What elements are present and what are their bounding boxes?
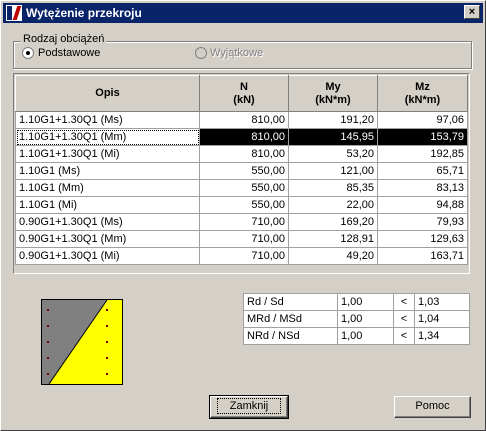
cell-n[interactable]: 550,00 xyxy=(199,179,289,197)
radio-podstawowe[interactable] xyxy=(22,47,34,59)
cell-opis[interactable]: 1.10G1+1.30Q1 (Mi) xyxy=(15,145,200,163)
cell-n[interactable]: 710,00 xyxy=(199,247,289,265)
cell-my[interactable]: 22,00 xyxy=(288,196,378,214)
radio-wyjatkowe-label: Wyjątkowe xyxy=(210,47,264,59)
column-header-my[interactable]: My (kN*m) xyxy=(288,75,378,112)
rebar-dot xyxy=(106,341,108,343)
ratio-row: Rd / Sd 1,00 <1,03 xyxy=(243,293,470,311)
rebar-dot xyxy=(47,357,49,359)
help-button[interactable]: Pomoc xyxy=(394,396,471,418)
title-bar[interactable]: Wytężenie przekroju × xyxy=(3,3,483,23)
column-header-mz[interactable]: Mz (kN*m) xyxy=(377,75,468,112)
cell-mz[interactable]: 83,13 xyxy=(377,179,468,197)
rebar-dot xyxy=(106,309,108,311)
column-header-line: My xyxy=(325,80,341,93)
close-button-label: Zamknij xyxy=(216,398,282,414)
column-header-opis[interactable]: Opis xyxy=(15,75,200,112)
ratio-limit: 1,03 xyxy=(414,293,470,311)
column-header-unit: (kN) xyxy=(233,93,255,106)
column-header-line: Opis xyxy=(95,87,120,99)
cell-opis[interactable]: 0.90G1+1.30Q1 (Mm) xyxy=(15,230,200,248)
cell-opis[interactable]: 1.10G1+1.30Q1 (Mm) xyxy=(15,128,200,146)
radio-podstawowe-label[interactable]: Podstawowe xyxy=(38,47,100,59)
ratio-table: Rd / Sd 1,00 <1,03 MRd / MSd 1,00 <1,04 NRd / … xyxy=(243,293,470,345)
table-row[interactable]: 1.10G1 (Mi) 550,00 22,00 94,88 xyxy=(15,196,468,214)
cell-n[interactable]: 550,00 xyxy=(199,196,289,214)
ratio-operator: < xyxy=(393,327,415,345)
ratio-value: 1,00 xyxy=(337,293,394,311)
ratio-label: NRd / NSd xyxy=(243,327,338,345)
rebar-dot xyxy=(47,341,49,343)
cell-my[interactable]: 128,91 xyxy=(288,230,378,248)
table-row[interactable]: 1.10G1+1.30Q1 (Mi) 810,00 53,20 192,85 xyxy=(15,145,468,163)
table-row[interactable]: 1.10G1 (Ms) 550,00 121,00 65,71 xyxy=(15,162,468,180)
rebar-dot xyxy=(47,325,49,327)
cell-mz[interactable]: 65,71 xyxy=(377,162,468,180)
table-row[interactable]: 0.90G1+1.30Q1 (Mm) 710,00 128,91 129,63 xyxy=(15,230,468,248)
cell-mz[interactable]: 192,85 xyxy=(377,145,468,163)
table-row[interactable]: 1.10G1+1.30Q1 (Mm) 810,00 145,95 153,79 xyxy=(15,128,468,146)
ratio-value: 1,00 xyxy=(337,327,394,345)
ratio-label: Rd / Sd xyxy=(243,293,338,311)
cell-my[interactable]: 121,00 xyxy=(288,162,378,180)
table-row[interactable]: 0.90G1+1.30Q1 (Ms) 710,00 169,20 79,93 xyxy=(15,213,468,231)
cell-mz[interactable]: 163,71 xyxy=(377,247,468,265)
cell-my[interactable]: 85,35 xyxy=(288,179,378,197)
cell-n[interactable]: 710,00 xyxy=(199,213,289,231)
ratio-operator: < xyxy=(393,310,415,328)
table-row[interactable]: 0.90G1+1.30Q1 (Mi) 710,00 49,20 163,71 xyxy=(15,247,468,265)
ratio-row: NRd / NSd 1,00 <1,34 xyxy=(243,327,470,345)
cell-mz[interactable]: 97,06 xyxy=(377,111,468,129)
cell-n[interactable]: 550,00 xyxy=(199,162,289,180)
cell-opis[interactable]: 1.10G1 (Ms) xyxy=(15,162,200,180)
column-header-line: N xyxy=(240,80,248,93)
cell-my[interactable]: 53,20 xyxy=(288,145,378,163)
close-icon[interactable]: × xyxy=(464,5,480,19)
column-header-unit: (kN*m) xyxy=(404,93,441,106)
cell-my[interactable]: 191,20 xyxy=(288,111,378,129)
rebar-dot xyxy=(106,373,108,375)
load-type-group-title: Rodzaj obciążeń xyxy=(21,33,107,45)
table-row[interactable]: 1.10G1+1.30Q1 (Ms) 810,00 191,20 97,06 xyxy=(15,111,468,129)
window-title: Wytężenie przekroju xyxy=(26,6,142,20)
ratio-limit: 1,34 xyxy=(414,327,470,345)
cell-mz[interactable]: 79,93 xyxy=(377,213,468,231)
column-header-line: Mz xyxy=(415,80,430,93)
ratio-limit: 1,04 xyxy=(414,310,470,328)
ratio-value: 1,00 xyxy=(337,310,394,328)
cell-n[interactable]: 810,00 xyxy=(199,128,289,146)
cell-n[interactable]: 810,00 xyxy=(199,145,289,163)
ratio-row: MRd / MSd 1,00 <1,04 xyxy=(243,310,470,328)
ratio-label: MRd / MSd xyxy=(243,310,338,328)
close-button[interactable]: Zamknij xyxy=(209,395,289,419)
dialog-window: Wytężenie przekroju × Rodzaj obciążeń Po… xyxy=(0,0,486,431)
cell-mz[interactable]: 129,63 xyxy=(377,230,468,248)
rebar-dot xyxy=(47,373,49,375)
cell-mz[interactable]: 94,88 xyxy=(377,196,468,214)
cell-n[interactable]: 810,00 xyxy=(199,111,289,129)
cell-mz[interactable]: 153,79 xyxy=(377,128,468,146)
cell-my[interactable]: 49,20 xyxy=(288,247,378,265)
cross-section-diagram xyxy=(41,299,123,385)
rebar-dot xyxy=(106,357,108,359)
cell-n[interactable]: 710,00 xyxy=(199,230,289,248)
cell-opis[interactable]: 0.90G1+1.30Q1 (Ms) xyxy=(15,213,200,231)
column-header-n[interactable]: N (kN) xyxy=(199,75,289,112)
cell-opis[interactable]: 1.10G1+1.30Q1 (Ms) xyxy=(15,111,200,129)
column-header-unit: (kN*m) xyxy=(315,93,351,106)
app-icon xyxy=(6,5,22,21)
ratio-operator: < xyxy=(393,293,415,311)
cell-opis[interactable]: 1.10G1 (Mm) xyxy=(15,179,200,197)
cell-opis[interactable]: 1.10G1 (Mi) xyxy=(15,196,200,214)
radio-wyjatkowe xyxy=(195,47,207,59)
table-row[interactable]: 1.10G1 (Mm) 550,00 85,35 83,13 xyxy=(15,179,468,197)
cell-opis[interactable]: 0.90G1+1.30Q1 (Mi) xyxy=(15,247,200,265)
cell-my[interactable]: 169,20 xyxy=(288,213,378,231)
cell-my[interactable]: 145,95 xyxy=(288,128,378,146)
results-table: Opis N (kN) My (kN*m) Mz (kN*m) 1.10G1+1.30… xyxy=(15,75,468,265)
rebar-dot xyxy=(47,309,49,311)
rebar-dot xyxy=(106,325,108,327)
